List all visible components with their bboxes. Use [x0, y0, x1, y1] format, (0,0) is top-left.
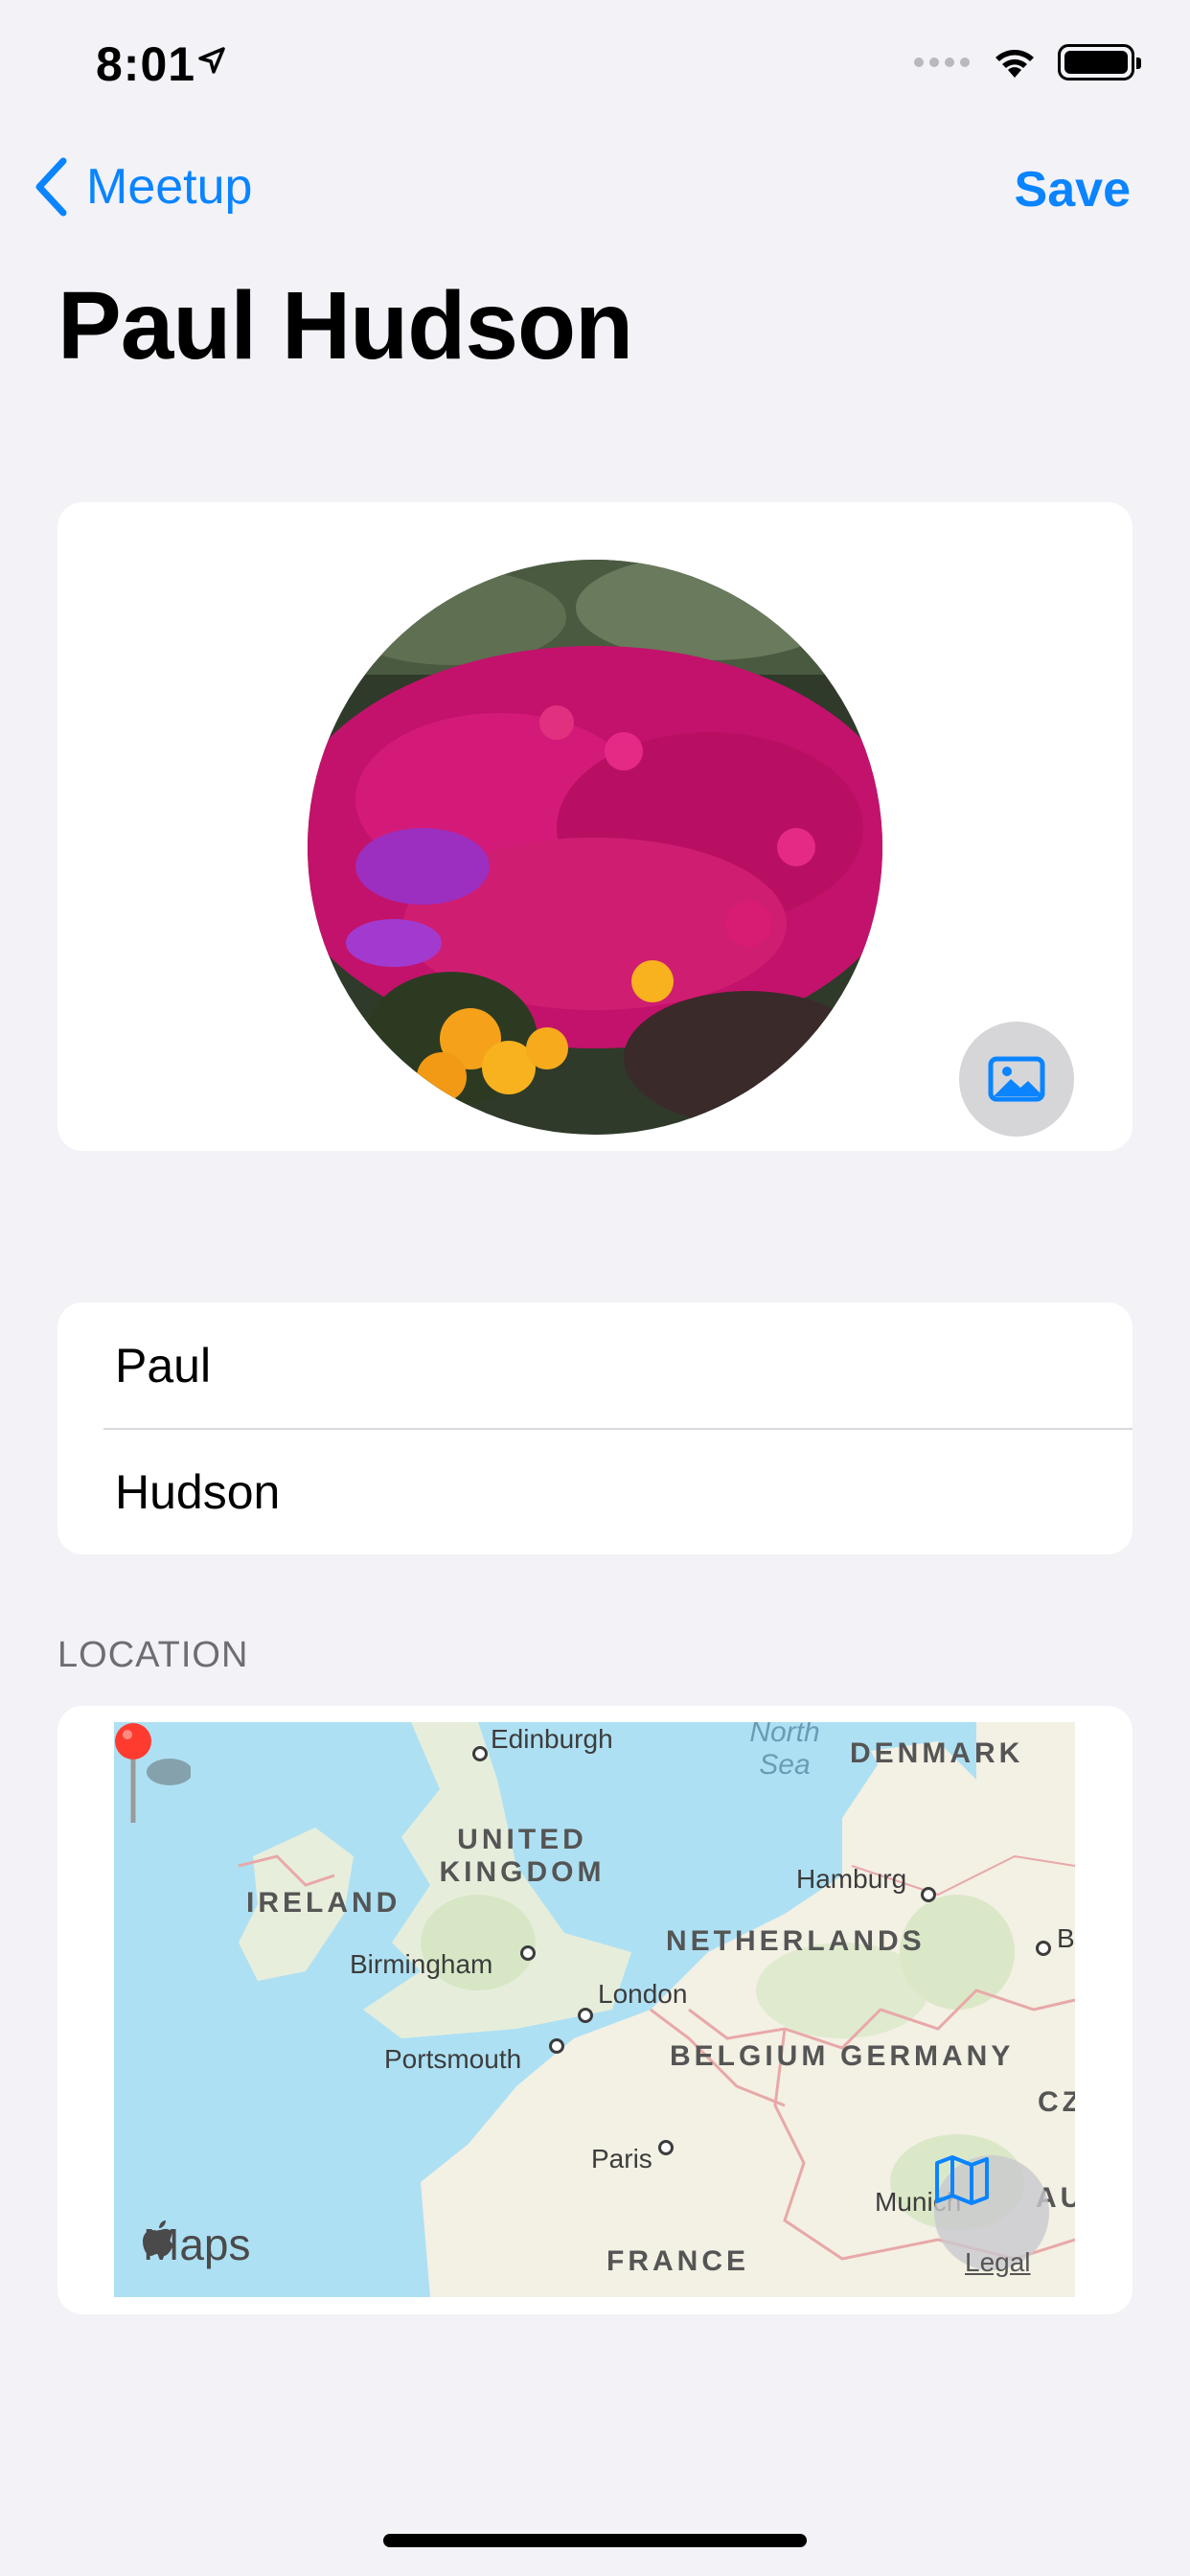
- map-label-b: B: [1057, 1923, 1075, 1953]
- photo-card: [57, 502, 1133, 1151]
- city-marker: [549, 2038, 564, 2054]
- map-label-birmingham: Birmingham: [350, 1949, 493, 1979]
- map-label-denmark: DENMARK: [850, 1737, 1024, 1769]
- map-label-portsmouth: Portsmouth: [384, 2044, 522, 2074]
- last-name-field[interactable]: Hudson: [115, 1429, 1133, 1554]
- map-label-united-kingdom: UNITED KINGDOM: [436, 1824, 608, 1889]
- map-label-united-kingdom-text: UNITED KINGDOM: [439, 1824, 606, 1888]
- legal-link[interactable]: Legal: [965, 2247, 1031, 2278]
- apple-logo-icon: [143, 2220, 173, 2256]
- wifi-icon: [995, 50, 1034, 78]
- map-pin-icon[interactable]: [114, 1722, 191, 1828]
- name-card: Paul Hudson: [57, 1302, 1133, 1554]
- city-marker: [921, 1887, 936, 1902]
- back-label: Meetup: [86, 159, 253, 215]
- first-name-field[interactable]: Paul: [115, 1302, 1133, 1428]
- location-card: Edinburgh North Sea DENMARK UNITED KINGD…: [57, 1706, 1133, 2314]
- city-marker: [658, 2140, 674, 2155]
- photo-icon: [988, 1056, 1045, 1102]
- map-view[interactable]: Edinburgh North Sea DENMARK UNITED KINGD…: [114, 1722, 1075, 2297]
- chevron-left-icon: [35, 157, 67, 217]
- map-label-ireland: IRELAND: [246, 1887, 401, 1919]
- location-header: LOCATION: [57, 1635, 249, 1675]
- status-bar: 8:01: [0, 0, 1190, 126]
- map-label-hamburg: Hamburg: [796, 1864, 907, 1894]
- status-time: 8:01: [96, 37, 196, 91]
- map-label-london: London: [598, 1979, 688, 2009]
- home-indicator[interactable]: [383, 2534, 807, 2547]
- cellular-signal-icon: [914, 58, 970, 67]
- city-marker: [1036, 1941, 1051, 1956]
- map-label-north-sea-text: North Sea: [749, 1722, 820, 1781]
- map-label-paris: Paris: [591, 2144, 652, 2174]
- location-arrow-icon: [198, 47, 225, 74]
- map-label-netherlands: NETHERLANDS: [666, 1925, 926, 1957]
- battery-icon: [1058, 44, 1141, 80]
- back-button[interactable]: Meetup: [34, 157, 252, 217]
- city-marker: [472, 1746, 488, 1761]
- map-label-north-sea: North Sea: [737, 1722, 833, 1782]
- page-title: Paul Hudson: [57, 272, 633, 380]
- map-label-belgium: BELGIUM: [670, 2040, 830, 2072]
- london-marker: [578, 2008, 593, 2023]
- save-button[interactable]: Save: [1015, 161, 1131, 218]
- map-icon: [935, 2155, 989, 2205]
- apple-maps-logo: Maps: [143, 2219, 250, 2270]
- map-label-edinburgh: Edinburgh: [491, 1724, 613, 1754]
- profile-photo: [308, 560, 882, 1135]
- map-label-france: FRANCE: [606, 2245, 749, 2277]
- map-label-germany: GERMANY: [840, 2040, 1015, 2072]
- map-label-cz: CZ: [1038, 2086, 1075, 2118]
- change-photo-button[interactable]: [959, 1022, 1074, 1137]
- city-marker: [520, 1945, 536, 1961]
